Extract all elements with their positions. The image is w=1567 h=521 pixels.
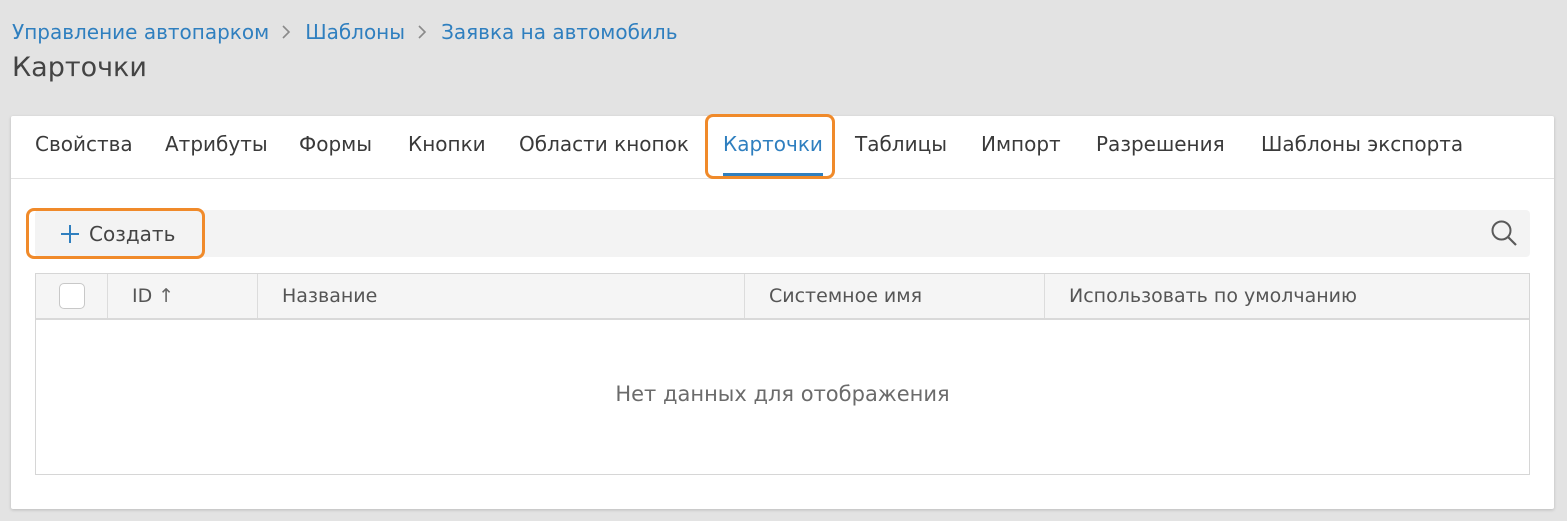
- tab-button-areas[interactable]: Области кнопок: [519, 132, 689, 156]
- tab-import[interactable]: Импорт: [981, 132, 1061, 156]
- plus-icon: [61, 225, 79, 243]
- column-header-name[interactable]: Название: [258, 274, 745, 318]
- table-header: ID ↑ Название Системное имя Использовать…: [36, 274, 1529, 320]
- tab-cards[interactable]: Карточки: [723, 132, 823, 156]
- tab-buttons[interactable]: Кнопки: [408, 132, 486, 156]
- column-header-default-label: Использовать по умолчанию: [1069, 285, 1357, 307]
- breadcrumb-item-vehicle-request[interactable]: Заявка на автомобиль: [441, 20, 677, 44]
- main-panel: Свойства Атрибуты Формы Кнопки Области к…: [11, 114, 1554, 509]
- breadcrumb: Управление автопарком Шаблоны Заявка на …: [12, 18, 678, 46]
- empty-state-message: Нет данных для отображения: [615, 382, 950, 406]
- create-button-label: Создать: [89, 222, 176, 246]
- column-header-system-name[interactable]: Системное имя: [745, 274, 1045, 318]
- select-all-cell: [36, 274, 108, 318]
- tab-attributes[interactable]: Атрибуты: [165, 132, 268, 156]
- search-icon[interactable]: [1490, 219, 1518, 247]
- chevron-right-icon: [281, 24, 291, 40]
- column-header-id-label: ID: [132, 285, 153, 307]
- tab-tables[interactable]: Таблицы: [855, 132, 947, 156]
- column-header-name-label: Название: [282, 285, 378, 307]
- chevron-right-icon: [417, 24, 427, 40]
- breadcrumb-item-templates[interactable]: Шаблоны: [305, 20, 405, 44]
- tab-forms[interactable]: Формы: [299, 132, 372, 156]
- page-title: Карточки: [12, 52, 147, 83]
- data-table: ID ↑ Название Системное имя Использовать…: [35, 273, 1530, 475]
- sort-ascending-icon: ↑: [158, 285, 175, 307]
- column-header-id[interactable]: ID ↑: [108, 274, 258, 318]
- breadcrumb-item-fleet-management[interactable]: Управление автопарком: [12, 20, 269, 44]
- tab-bar: Свойства Атрибуты Формы Кнопки Области к…: [11, 114, 1554, 179]
- tab-permissions[interactable]: Разрешения: [1096, 132, 1225, 156]
- column-header-default[interactable]: Использовать по умолчанию: [1045, 274, 1529, 318]
- active-tab-indicator: [723, 173, 823, 177]
- column-header-system-name-label: Системное имя: [769, 285, 923, 307]
- tab-export-templates[interactable]: Шаблоны экспорта: [1261, 132, 1463, 156]
- select-all-checkbox[interactable]: [58, 283, 85, 309]
- create-button[interactable]: Создать: [59, 220, 175, 248]
- tab-properties[interactable]: Свойства: [35, 132, 133, 156]
- toolbar: Создать: [35, 210, 1530, 257]
